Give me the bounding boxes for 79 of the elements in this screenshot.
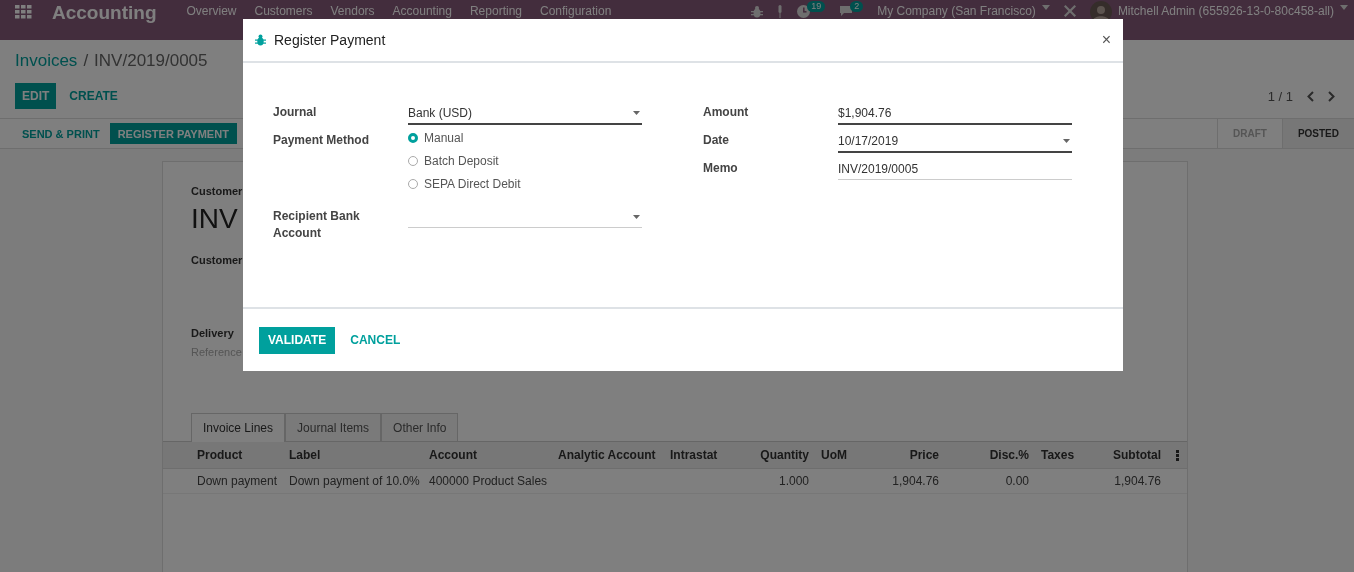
field-label: Payment Method — [273, 132, 370, 149]
radio-button[interactable] — [408, 133, 418, 143]
notebook-tab[interactable]: Journal Items — [285, 413, 382, 441]
field-label: Memo — [703, 160, 739, 177]
menu-item[interactable]: Customers — [254, 4, 313, 18]
field-label: Recipient Bank Account — [273, 208, 361, 242]
create-button[interactable]: CREATE — [62, 83, 125, 109]
cross-icon — [1063, 5, 1076, 17]
table-cell-text: 1.000 — [777, 474, 810, 488]
radio-label: Batch Deposit — [424, 154, 499, 168]
table-cell-text: 400000 Product Sales — [428, 474, 549, 488]
radio-button[interactable] — [408, 156, 418, 166]
table-cell-text: 0.00 — [1004, 474, 1030, 488]
caret-icon — [1063, 139, 1070, 143]
validate-button[interactable]: VALIDATE — [259, 326, 336, 354]
column-header: Analytic Account — [557, 448, 657, 462]
chevron-right-icon — [1328, 90, 1335, 102]
apps-menu-icon — [15, 5, 32, 19]
field-label: Amount — [703, 104, 750, 121]
bug-icon — [255, 34, 266, 46]
menu-item[interactable]: Configuration — [540, 4, 612, 18]
notebook-tab[interactable]: Invoice Lines — [191, 413, 286, 442]
app-title: Accounting — [52, 2, 157, 24]
bug-icon — [751, 5, 764, 18]
breadcrumb-link[interactable]: Invoices — [15, 51, 78, 71]
breadcrumb-separator: / — [83, 51, 89, 71]
column-header: Product — [196, 448, 244, 462]
count-badge: 19 — [807, 1, 826, 12]
radio-label: Manual — [424, 131, 464, 145]
menu-item[interactable]: Vendors — [330, 4, 375, 18]
input-field[interactable]: INV/2019/0005 — [838, 159, 1072, 180]
column-header: Price — [908, 448, 940, 462]
dialog-title: Register Payment — [274, 32, 386, 48]
count-badge: 2 — [850, 1, 864, 12]
kebab-menu-icon — [1176, 449, 1179, 461]
column-header: Account — [428, 448, 478, 462]
radio-button[interactable] — [408, 179, 418, 189]
field-label: Journal — [273, 104, 318, 121]
chevron-left-icon — [1307, 90, 1314, 102]
select-field[interactable]: Bank (USD) — [408, 103, 642, 125]
input-field[interactable]: $1,904.76 — [838, 103, 1072, 125]
user-name[interactable]: Mitchell Admin (655926-13-0-80c458-all) — [1117, 4, 1334, 18]
header-button[interactable]: SEND & PRINT — [14, 123, 108, 144]
column-header: Label — [288, 448, 322, 462]
column-header: Quantity — [759, 448, 810, 462]
clock-icon — [797, 5, 811, 18]
status-stage[interactable]: POSTED — [1281, 119, 1354, 148]
menu-item[interactable]: Reporting — [469, 4, 522, 18]
caret-icon — [633, 111, 640, 115]
pager-value: 1 / 1 — [1267, 88, 1293, 104]
field-label: Date — [703, 132, 730, 149]
field-label: Customer — [191, 254, 243, 266]
caret-icon — [633, 215, 640, 219]
radio-label: SEPA Direct Debit — [424, 177, 521, 191]
form-label: Customer — [191, 185, 243, 197]
field-label: Delivery — [191, 327, 234, 339]
table-cell-text: Down payment — [196, 474, 279, 488]
invoice-title: INV — [191, 203, 238, 235]
table-cell-text: 1,904.76 — [891, 474, 940, 488]
table-cell-text: Down payment of 10.0% — [288, 474, 421, 488]
menu-item[interactable]: Accounting — [392, 4, 452, 18]
chat-bubble-icon — [839, 5, 854, 17]
column-header: Disc.% — [988, 448, 1030, 462]
menu-item[interactable]: Overview — [186, 4, 237, 18]
table-cell-text: 1,904.76 — [1113, 474, 1162, 488]
column-header: Intrastat — [669, 448, 719, 462]
caret-icon — [1340, 5, 1348, 10]
close-button[interactable]: × — [1101, 31, 1111, 49]
cancel-button[interactable]: CANCEL — [341, 326, 410, 354]
header-button[interactable]: REGISTER PAYMENT — [109, 123, 237, 144]
column-header: Subtotal — [1112, 448, 1162, 462]
column-header: Taxes — [1040, 448, 1076, 462]
select-field[interactable]: 10/17/2019 — [838, 131, 1072, 153]
caret-icon — [1041, 5, 1050, 10]
edit-button[interactable]: EDIT — [15, 83, 57, 109]
breadcrumb-current: INV/2019/0005 — [94, 51, 208, 71]
notebook-tab[interactable]: Other Info — [381, 413, 459, 441]
column-header: UoM — [820, 448, 848, 462]
microphone-icon — [777, 5, 784, 18]
